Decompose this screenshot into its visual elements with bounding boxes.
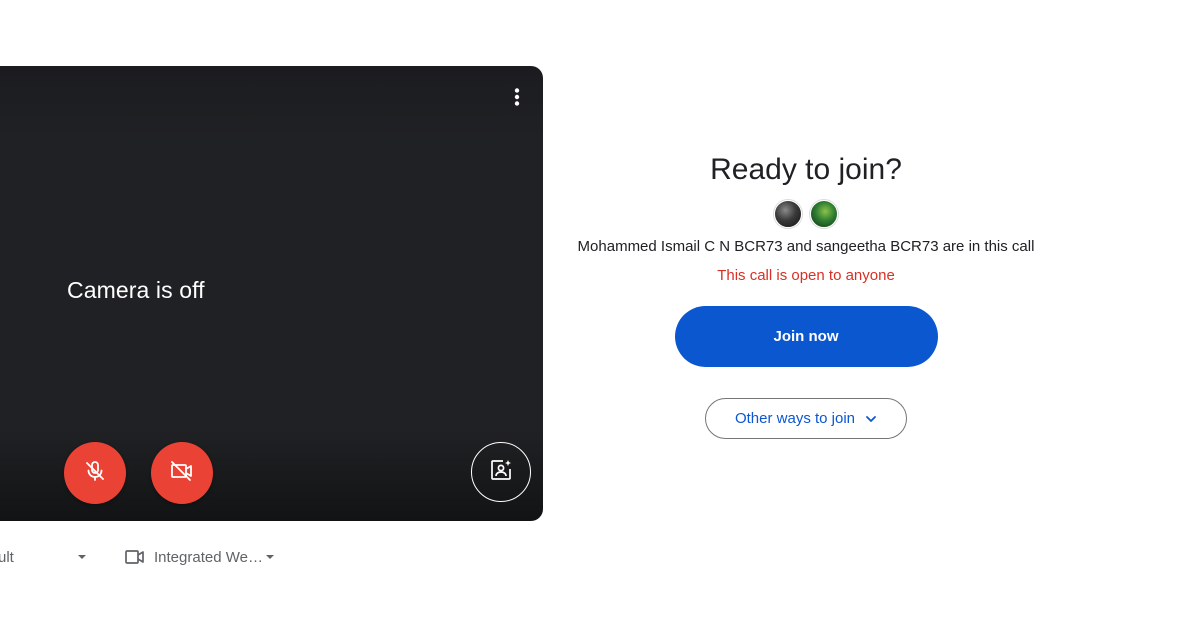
chevron-down-icon xyxy=(865,415,877,423)
audio-device-label: ult xyxy=(0,548,14,566)
camera-preview: Camera is off xyxy=(0,66,543,521)
participants-text: Mohammed Ismail C N BCR73 and sangeetha … xyxy=(577,238,1035,255)
participant-avatars xyxy=(566,200,1046,228)
microphone-toggle-button[interactable] xyxy=(64,442,126,504)
avatar xyxy=(810,200,838,228)
video-device-label: Integrated We… xyxy=(154,548,263,566)
open-call-notice: This call is open to anyone xyxy=(717,267,895,284)
other-ways-label: Other ways to join xyxy=(734,410,856,427)
video-device-selector[interactable]: Integrated We… xyxy=(125,546,274,568)
join-panel: Ready to join? Mohammed Ismail C N BCR73… xyxy=(566,150,1046,439)
caret-down-icon xyxy=(78,555,86,559)
page-title: Ready to join? xyxy=(710,153,902,186)
mic-off-icon xyxy=(83,459,107,488)
videocam-icon xyxy=(125,549,145,565)
other-ways-to-join-button[interactable]: Other ways to join xyxy=(705,398,907,439)
visual-effects-icon xyxy=(489,458,513,487)
camera-toggle-button[interactable] xyxy=(151,442,213,504)
more-vert-icon xyxy=(514,87,520,111)
audio-device-selector[interactable]: ult xyxy=(0,546,86,568)
avatar xyxy=(774,200,802,228)
caret-down-icon xyxy=(265,555,274,559)
visual-effects-button[interactable] xyxy=(471,442,531,502)
camera-off-text: Camera is off xyxy=(67,277,205,303)
videocam-off-icon xyxy=(169,459,195,488)
more-options-button[interactable] xyxy=(501,83,533,115)
join-now-button[interactable]: Join now xyxy=(674,306,938,367)
